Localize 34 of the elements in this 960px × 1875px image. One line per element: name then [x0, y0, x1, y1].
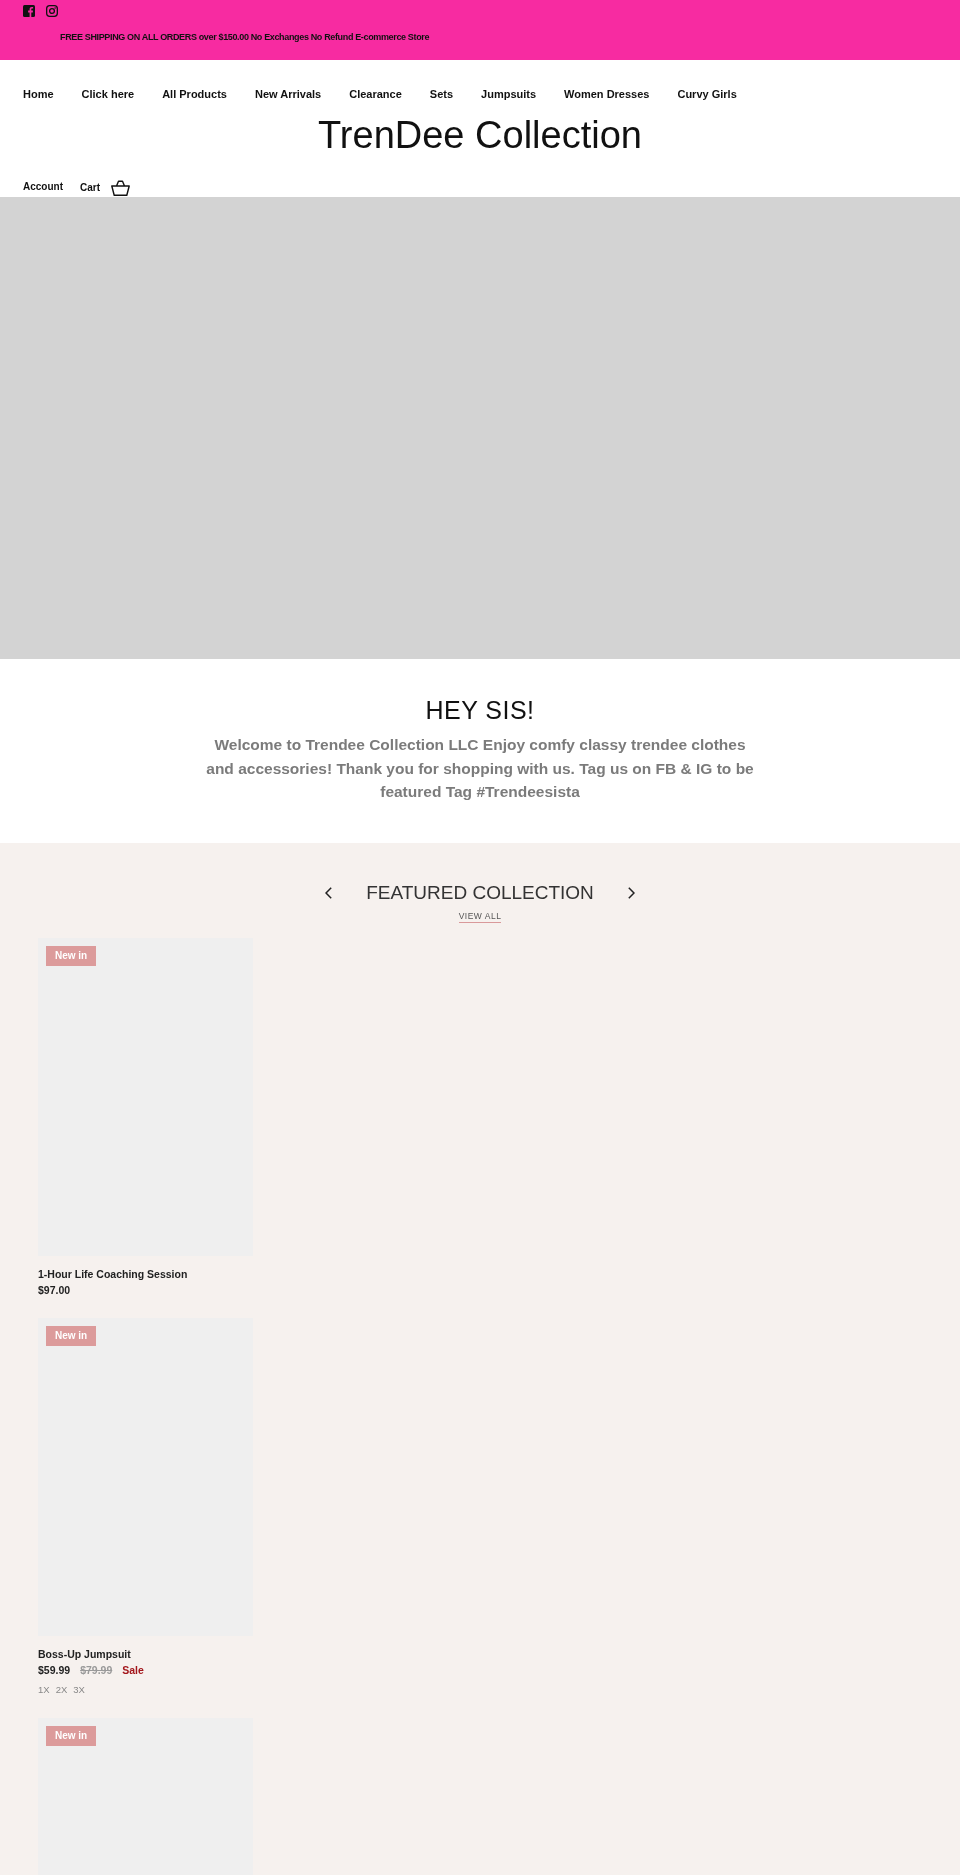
- product-title[interactable]: Boss-Up Jumpsuit: [38, 1645, 131, 1662]
- view-all-link[interactable]: VIEW ALL: [458, 909, 502, 923]
- chevron-left-icon[interactable]: [325, 886, 333, 899]
- letter-f-icon[interactable]: [23, 5, 35, 17]
- nav-link[interactable]: Jumpsuits: [481, 86, 537, 102]
- camera-icon[interactable]: [46, 5, 58, 17]
- sale-label: Sale: [122, 1662, 144, 1678]
- announcement-text: FREE SHIPPING ON ALL ORDERS over $150.00 No Exchanges No Refund E-commerce Store: [60, 31, 430, 43]
- store-name[interactable]: TrenDee Collection: [318, 113, 642, 157]
- account-link[interactable]: Account: [23, 179, 63, 194]
- nav-link[interactable]: All Products: [162, 86, 227, 102]
- chevron-right-icon[interactable]: [627, 886, 635, 899]
- size-option: 3X: [73, 1681, 85, 1698]
- nav-link[interactable]: Home: [23, 86, 54, 102]
- section-title: FEATURED COLLECTION: [366, 880, 594, 905]
- size-option: 2X: [55, 1681, 68, 1698]
- intro-heading: HEY SIS!: [425, 695, 535, 725]
- product-price: $97.00: [38, 1282, 71, 1298]
- intro-text: Welcome to Trendee Collection LLC Enjoy comfy classy trendee clothes and accessories! Thank you for shopping with us. Tag us on FB & IG to be featured Tag #Trendeesista: [205, 735, 755, 802]
- new-in-badge: New in: [46, 1325, 97, 1346]
- nav-link[interactable]: Women Dresses: [564, 86, 650, 102]
- nav-link[interactable]: New Arrivals: [254, 86, 322, 102]
- product-title[interactable]: 1-Hour Life Coaching Session: [38, 1265, 188, 1282]
- nav-link[interactable]: Clearance: [349, 86, 402, 102]
- cart-link[interactable]: Cart: [80, 180, 100, 195]
- original-price: $79.99: [80, 1662, 113, 1678]
- product-price: $59.99: [38, 1662, 71, 1678]
- new-in-badge: New in: [46, 945, 97, 966]
- nav-link[interactable]: Click here: [81, 86, 135, 102]
- nav-link[interactable]: Sets: [429, 86, 454, 102]
- size-option: 1X: [38, 1681, 50, 1698]
- nav-link[interactable]: Curvy Girls: [677, 86, 737, 102]
- basket-icon[interactable]: [111, 179, 130, 196]
- new-in-badge: New in: [46, 1725, 97, 1746]
